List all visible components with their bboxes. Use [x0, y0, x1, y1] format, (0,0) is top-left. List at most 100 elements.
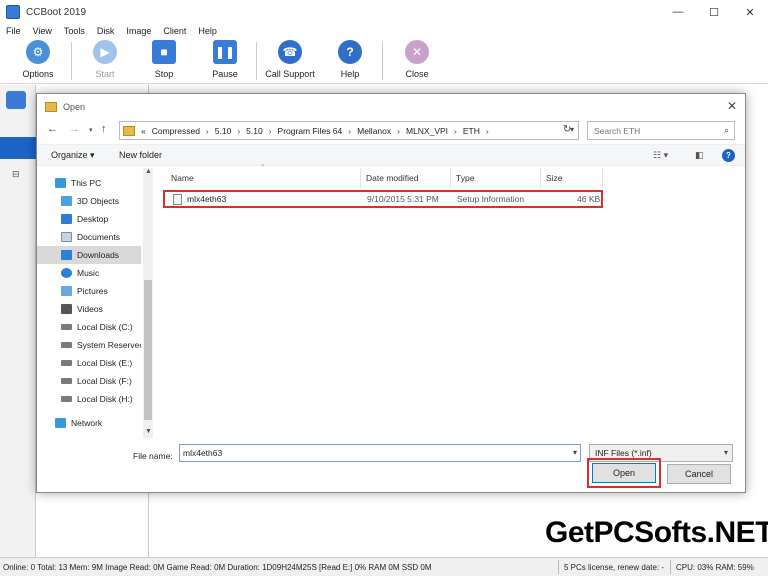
- nav-item-system-reserved[interactable]: System Reservec: [37, 336, 141, 354]
- column-header-name[interactable]: ^ Name: [157, 164, 361, 188]
- gear-icon: ⚙: [26, 40, 50, 64]
- file-name-input[interactable]: [183, 448, 563, 458]
- refresh-icon[interactable]: ↻: [563, 124, 571, 135]
- selected-tree-item[interactable]: [0, 137, 36, 159]
- stop-button[interactable]: ■ Stop: [136, 40, 192, 82]
- breadcrumb-separator: ›: [237, 125, 241, 136]
- navigation-row: ← → ▾ ↑ « Compressed › 5.10 › 5.10 › Pro…: [37, 120, 745, 142]
- tree-expander-icon[interactable]: ⊟: [12, 169, 20, 180]
- file-size: 46 KB: [577, 194, 601, 204]
- menu-file[interactable]: File: [0, 26, 27, 36]
- forward-arrow-icon[interactable]: →: [69, 123, 80, 135]
- toolbar-divider: [71, 42, 72, 80]
- command-bar: Organize ▾ New folder ☷ ▾ ◧ ?: [37, 144, 745, 166]
- question-icon: ?: [338, 40, 362, 64]
- menu-image[interactable]: Image: [120, 26, 157, 36]
- recent-chevron-icon[interactable]: ▾: [89, 126, 93, 134]
- column-header-type[interactable]: Type: [451, 168, 541, 188]
- nav-item-label: System Reservec: [77, 340, 141, 350]
- breadcrumb-item[interactable]: Mellanox: [357, 126, 391, 136]
- nav-item-music[interactable]: Music: [37, 264, 141, 282]
- maximize-button[interactable]: ☐: [696, 0, 732, 24]
- dialog-close-button[interactable]: ✕: [727, 99, 737, 113]
- search-box[interactable]: ⌕: [587, 121, 735, 140]
- picture-icon: [61, 286, 72, 296]
- toolbar-divider: [256, 42, 257, 80]
- table-row[interactable]: mlx4eth63 9/10/2015 5:31 PM Setup Inform…: [163, 190, 603, 208]
- breadcrumb-item[interactable]: Compressed: [152, 126, 200, 136]
- help-button[interactable]: ? Help: [322, 40, 378, 82]
- status-divider: [558, 560, 559, 574]
- column-header-label: Date modified: [366, 173, 419, 183]
- drive-icon: [61, 396, 72, 402]
- call-support-button[interactable]: ☎ Call Support: [262, 40, 318, 82]
- chevron-down-icon: ▾: [723, 448, 728, 457]
- breadcrumb-item[interactable]: MLNX_VPI: [406, 126, 448, 136]
- column-header-label: Name: [171, 173, 194, 183]
- breadcrumb-item[interactable]: 5.10: [246, 126, 263, 136]
- breadcrumb-item[interactable]: ETH: [463, 126, 480, 136]
- nav-item-pictures[interactable]: Pictures: [37, 282, 141, 300]
- nav-item-local-disk-c[interactable]: Local Disk (C:): [37, 318, 141, 336]
- nav-item-local-disk-h[interactable]: Local Disk (H:): [37, 390, 141, 408]
- chevron-down-icon[interactable]: ▾: [573, 448, 577, 457]
- organize-button[interactable]: Organize ▾: [51, 150, 95, 161]
- scroll-down-arrow-icon[interactable]: ▼: [145, 428, 152, 435]
- search-input[interactable]: [594, 125, 714, 136]
- breadcrumb-separator: ›: [454, 125, 457, 136]
- open-button[interactable]: Open: [592, 463, 656, 483]
- pause-button[interactable]: ❚❚ Pause: [197, 40, 253, 82]
- nav-item-local-disk-e[interactable]: Local Disk (E:): [37, 354, 141, 372]
- nav-item-label: This PC: [71, 178, 102, 188]
- nav-item-downloads[interactable]: Downloads: [37, 246, 141, 264]
- scroll-up-arrow-icon[interactable]: ▲: [145, 168, 152, 175]
- menu-tools[interactable]: Tools: [58, 26, 91, 36]
- view-options-icon[interactable]: ☷ ▾: [653, 150, 668, 161]
- close-window-button[interactable]: ✕: [732, 0, 768, 24]
- close-label: Close: [405, 69, 429, 79]
- nav-item-videos[interactable]: Videos: [37, 300, 141, 318]
- options-button[interactable]: ⚙ Options: [10, 40, 66, 82]
- start-label: Start: [95, 69, 115, 79]
- nav-item-local-disk-f[interactable]: Local Disk (F:): [37, 372, 141, 390]
- status-license: 5 PCs license, renew date: -: [564, 562, 665, 572]
- column-header-label: Type: [456, 173, 475, 183]
- new-folder-button[interactable]: New folder: [119, 150, 162, 160]
- app-icon: [6, 5, 20, 19]
- column-header-size[interactable]: Size: [541, 168, 603, 188]
- close-button[interactable]: ✕ Close: [389, 40, 445, 82]
- help-icon[interactable]: ?: [722, 149, 735, 162]
- preview-pane-icon[interactable]: ◧: [695, 150, 704, 161]
- phone-icon: ☎: [278, 40, 302, 64]
- back-arrow-icon[interactable]: ←: [47, 123, 58, 135]
- menu-client[interactable]: Client: [157, 26, 192, 36]
- file-date: 9/10/2015 5:31 PM: [367, 194, 439, 204]
- breadcrumb-item[interactable]: Program Files 64: [278, 126, 343, 136]
- nav-item-documents[interactable]: Documents: [37, 228, 141, 246]
- breadcrumb-item[interactable]: 5.10: [215, 126, 232, 136]
- nav-item-label: Local Disk (E:): [77, 358, 133, 368]
- nav-item-desktop[interactable]: Desktop: [37, 210, 141, 228]
- menu-help[interactable]: Help: [192, 26, 223, 36]
- pause-icon: ❚❚: [213, 40, 237, 64]
- cancel-button[interactable]: Cancel: [667, 464, 731, 484]
- scrollbar-thumb[interactable]: [144, 280, 152, 420]
- drive-icon: [61, 324, 72, 330]
- status-divider: [670, 560, 671, 574]
- file-name-field[interactable]: ▾: [179, 444, 581, 462]
- address-bar[interactable]: « Compressed › 5.10 › 5.10 › Program Fil…: [119, 121, 579, 140]
- up-arrow-icon[interactable]: ↑: [101, 123, 107, 135]
- start-button[interactable]: ▶ Start: [77, 40, 133, 82]
- column-header-date[interactable]: Date modified: [361, 168, 451, 188]
- nav-item-label: Desktop: [77, 214, 109, 224]
- nav-item-network[interactable]: Network: [37, 414, 141, 432]
- nav-item-this-pc[interactable]: This PC: [37, 174, 141, 192]
- music-icon: [61, 268, 72, 278]
- menu-view[interactable]: View: [27, 26, 58, 36]
- breadcrumb-separator: ›: [485, 125, 489, 136]
- dialog-titlebar: Open ✕: [37, 94, 745, 120]
- nav-item-3d-objects[interactable]: 3D Objects: [37, 192, 141, 210]
- minimize-button[interactable]: —: [660, 0, 696, 24]
- breadcrumb-overflow[interactable]: «: [141, 126, 146, 136]
- menu-disk[interactable]: Disk: [91, 26, 121, 36]
